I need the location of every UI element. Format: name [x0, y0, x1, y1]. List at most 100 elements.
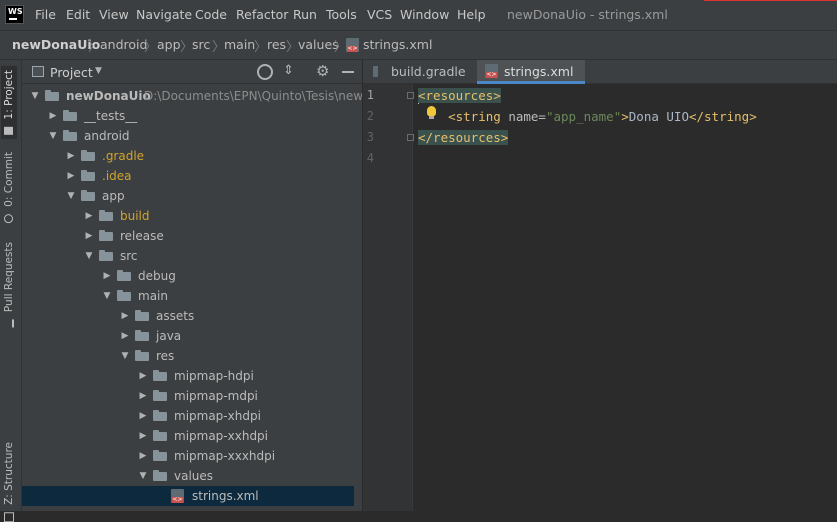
tree-item[interactable]: ▼ src	[22, 246, 354, 266]
breadcrumb-src[interactable]: src	[192, 37, 210, 52]
chevron-right-icon[interactable]: ▶	[84, 229, 94, 243]
menu-edit[interactable]: Edit	[66, 7, 90, 22]
chevron-down-icon[interactable]: ▼	[48, 129, 58, 143]
chevron-right-icon[interactable]: ▶	[138, 409, 148, 423]
chevron-right-icon[interactable]: ▶	[138, 369, 148, 383]
chevron-right-icon[interactable]: ▶	[138, 429, 148, 443]
xml-tag: <string	[448, 109, 509, 124]
tab-build-gradle[interactable]: build.gradle	[363, 60, 475, 84]
xml-text: Dona UIO	[628, 109, 689, 124]
chevron-right-icon[interactable]: ▶	[138, 449, 148, 463]
tree-item[interactable]: ▶ mipmap-hdpi	[22, 366, 354, 386]
tool-tab-commit[interactable]: 0: Commit	[3, 152, 15, 224]
breadcrumb-app[interactable]: app	[157, 37, 181, 52]
chevron-down-icon[interactable]: ▼	[30, 89, 40, 103]
chevron-right-icon: 〉	[254, 40, 268, 55]
project-view-selector[interactable]: Project	[50, 65, 93, 80]
tree-item-label: debug	[138, 269, 176, 283]
tree-item[interactable]: ▶ mipmap-xxxhdpi	[22, 446, 354, 466]
tab-strings-xml[interactable]: strings.xml	[477, 60, 585, 84]
locate-target-icon[interactable]	[257, 64, 273, 80]
tree-item[interactable]: ▶ .idea	[22, 166, 354, 186]
minimize-icon[interactable]	[342, 71, 354, 73]
folder-icon	[4, 126, 14, 135]
gear-icon[interactable]: ⚙	[316, 62, 329, 80]
folder-icon	[117, 270, 131, 281]
xml-tag: <resources>	[418, 88, 501, 103]
tree-item[interactable]: ▶ build	[22, 206, 354, 226]
tree-item-label: __tests__	[84, 109, 138, 123]
line-number: 3	[366, 130, 374, 144]
tree-item[interactable]: ▼ newDonaUio D:\Documents\EPN\Quinto\Tesis…	[22, 86, 362, 106]
tree-item[interactable]: ▶ release	[22, 226, 354, 246]
tree-item-label: app	[102, 189, 125, 203]
tree-item[interactable]: ▶ mipmap-xxhdpi	[22, 426, 354, 446]
fold-marker-icon[interactable]	[407, 134, 414, 141]
chevron-right-icon[interactable]: ▶	[48, 109, 58, 123]
tree-item[interactable]: ▼ main	[22, 286, 354, 306]
folder-icon	[153, 370, 167, 381]
chevron-down-icon[interactable]: ▼	[84, 249, 94, 263]
tree-item[interactable]: ▼ res	[22, 346, 354, 366]
chevron-right-icon[interactable]: ▶	[138, 389, 148, 403]
menu-navigate[interactable]: Navigate	[136, 7, 192, 22]
tree-item[interactable]: ▶ __tests__	[22, 106, 354, 126]
chevron-down-icon[interactable]: ▼	[102, 289, 112, 303]
chevron-down-icon[interactable]: ▼	[138, 469, 148, 483]
chevron-right-icon[interactable]: ▶	[120, 329, 130, 343]
chevron-right-icon[interactable]: ▶	[120, 309, 130, 323]
chevron-down-icon[interactable]: ▼	[120, 349, 130, 363]
folder-icon	[81, 170, 95, 181]
breadcrumb-android[interactable]: android	[100, 37, 147, 52]
tree-item[interactable]: ▶ mipmap-mdpi	[22, 386, 354, 406]
chevron-right-icon[interactable]: ▶	[66, 169, 76, 183]
tree-item-label: java	[156, 329, 182, 343]
breadcrumb-res[interactable]: res	[267, 37, 286, 52]
chevron-down-icon[interactable]: ▼	[95, 66, 102, 76]
chevron-right-icon: 〉	[144, 40, 158, 55]
tree-item[interactable]: ▶ .gradle	[22, 146, 354, 166]
tree-item-label: newDonaUio	[66, 89, 151, 103]
menu-view[interactable]: View	[99, 7, 129, 22]
tree-item[interactable]: ▼ android	[22, 126, 354, 146]
tree-item-label: mipmap-xxxhdpi	[174, 449, 276, 463]
fold-marker-icon[interactable]	[407, 92, 414, 99]
menu-tools[interactable]: Tools	[326, 7, 357, 22]
tool-tab-pull-requests[interactable]: Pull Requests	[3, 242, 15, 328]
breadcrumb-project[interactable]: newDonaUio	[12, 37, 100, 52]
chevron-right-icon[interactable]: ▶	[84, 209, 94, 223]
folder-icon	[153, 390, 167, 401]
tree-item[interactable]: ▶ mipmap-xhdpi	[22, 406, 354, 426]
tree-item[interactable]: ▼ values	[22, 466, 354, 486]
tree-item[interactable]: ▶ java	[22, 326, 354, 346]
menu-help[interactable]: Help	[457, 7, 486, 22]
menu-code[interactable]: Code	[195, 7, 227, 22]
tree-item[interactable]: strings.xml	[22, 486, 354, 506]
tool-tab-structure[interactable]: Z: Structure	[3, 442, 15, 522]
breadcrumb-file[interactable]: strings.xml	[363, 37, 432, 52]
tree-item[interactable]: ▶ assets	[22, 306, 354, 326]
breadcrumb-values[interactable]: values	[298, 37, 339, 52]
breadcrumb-main[interactable]: main	[224, 37, 255, 52]
folder-icon	[99, 250, 113, 261]
tool-tab-project[interactable]: 1: Project	[1, 66, 17, 139]
chevron-down-icon[interactable]: ▼	[66, 189, 76, 203]
menu-window[interactable]: Window	[400, 7, 449, 22]
folder-icon	[81, 190, 95, 201]
tree-item-label: build	[120, 209, 150, 223]
code-editor[interactable]: 1 2 3 4 <resources> <string name="app_na…	[363, 84, 837, 511]
tree-item-label: values	[174, 469, 214, 483]
menu-file[interactable]: File	[35, 7, 56, 22]
collapse-all-icon[interactable]: ⇕	[283, 63, 294, 78]
menu-refactor[interactable]: Refactor	[236, 7, 288, 22]
tree-item[interactable]: ▶ debug	[22, 266, 354, 286]
chevron-right-icon[interactable]: ▶	[66, 149, 76, 163]
folder-icon	[81, 150, 95, 161]
tree-item[interactable]: ▼ app	[22, 186, 354, 206]
chevron-right-icon[interactable]: ▶	[102, 269, 112, 283]
commit-icon	[4, 214, 14, 224]
menu-run[interactable]: Run	[293, 7, 317, 22]
menu-vcs[interactable]: VCS	[367, 7, 392, 22]
xml-tag: </resources>	[418, 130, 509, 145]
tree-item-label: .gradle	[102, 149, 145, 163]
